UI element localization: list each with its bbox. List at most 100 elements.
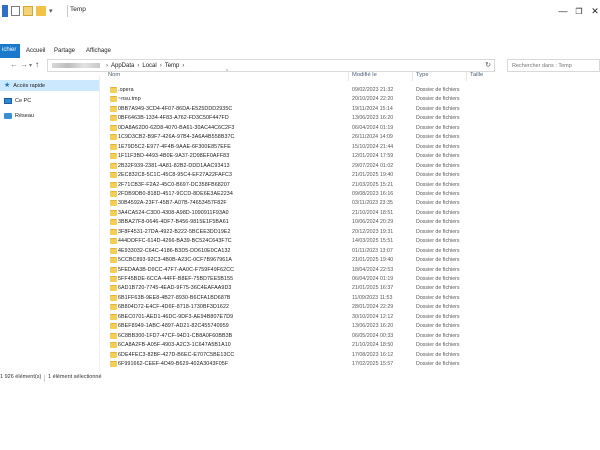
nav-item-this-pc[interactable]: Ce PC (0, 95, 99, 106)
tab-view[interactable]: Affichage (82, 46, 115, 56)
nav-item-quick-access[interactable]: ★ Accès rapide (0, 80, 99, 91)
file-row[interactable]: 3A4CA524-C3D0-4308-A98D-1090911F93A0 21/1… (101, 209, 600, 217)
file-name: 2B32F939-2381-4A81-82B2-DDD1AAC93413 (118, 162, 230, 169)
file-name: 1F11F3BD-4493-4B0E-9A37-2D98EF0AFF83 (118, 153, 230, 160)
breadcrumb-chevron-icon[interactable]: › (182, 63, 184, 69)
file-row[interactable]: 6DE4FEC3-82BF-427D-B6EC-E707C5BE13CC 17/0… (101, 351, 600, 359)
file-row[interactable]: 6B1FF63B-9EE8-4B27-8930-B6CFA1BD687B 11/0… (101, 294, 600, 302)
file-name: ~nsu.tmp (118, 96, 141, 103)
file-row[interactable]: 2B32F939-2381-4A81-82B2-DDD1AAC93413 29/0… (101, 162, 600, 170)
file-name: 30B4592A-23F7-45B7-A07B-74653457F82F (118, 200, 227, 207)
column-header-name[interactable]: Nom (108, 72, 120, 82)
file-date: 10/06/2024 20:29 (352, 219, 394, 226)
refresh-icon[interactable]: ↻ (485, 61, 491, 69)
column-header-date[interactable]: Modifié le (352, 72, 377, 82)
tab-share[interactable]: Partage (50, 46, 79, 56)
file-row[interactable]: 6BEC0701-AED1-46DC-9DF3-AE94B807E7D9 30/1… (101, 313, 600, 321)
column-divider[interactable] (412, 72, 413, 81)
file-row[interactable]: 30B4592A-23F7-45B7-A07B-74653457F82F 03/1… (101, 199, 600, 207)
file-row[interactable]: 6AD1B720-7745-4EAD-9F75-36C4EAFAA9D3 21/0… (101, 284, 600, 292)
back-arrow-icon[interactable]: ← (10, 60, 18, 69)
folder-icon (110, 115, 117, 122)
file-row[interactable]: 1C9D3CB2-B9F7-426A-97B4-3A6A4B558B37C 26/… (101, 133, 600, 141)
file-row[interactable]: 1F11F3BD-4493-4B0E-9A37-2D98EF0AFF83 12/0… (101, 152, 600, 160)
file-row[interactable]: 2FDB9DB0-818D-4517-9CCD-8DE6E3AE2234 09/0… (101, 190, 600, 198)
file-row[interactable]: ~nsu.tmp 20/10/2024 22:20 Dossier de fichi… (101, 95, 600, 103)
up-arrow-icon[interactable]: ↑ (35, 60, 39, 69)
customize-toolbar-chevron-icon[interactable]: ▾ (49, 7, 53, 15)
file-row[interactable]: 6B804D72-E4CF-4D6F-8718-1730BF3D1622 28/0… (101, 303, 600, 311)
file-row[interactable]: 6F991662-CEEF-4D49-B629-402A3043F05F 17/0… (101, 360, 600, 368)
folder-icon (110, 323, 117, 330)
breadcrumb-chevron-icon[interactable]: › (106, 63, 108, 69)
breadcrumb-chevron-icon[interactable]: › (160, 63, 162, 69)
file-row[interactable]: 6CA8A2FB-A05F-4903-A2C3-1C647A5B1A10 21/1… (101, 341, 600, 349)
file-type: Dossier de fichiers (416, 313, 460, 320)
properties-icon[interactable] (11, 6, 20, 16)
folder-icon (110, 228, 117, 235)
breadcrumb-local[interactable]: Local (142, 63, 156, 69)
search-box[interactable] (507, 59, 600, 72)
file-row[interactable]: 6C8BB300-1FD7-47CF-94D1-CB8A0F60BB3B 06/0… (101, 332, 600, 340)
column-divider[interactable] (348, 72, 349, 81)
tab-file[interactable]: ichier (0, 44, 21, 58)
file-type: Dossier de fichiers (416, 276, 460, 282)
file-row[interactable]: 3F8F4531-27DA-4922-B222-5BCEE3DD19E2 20/1… (101, 228, 600, 236)
file-date: 14/03/2025 15:51 (352, 238, 394, 245)
file-name: .opera (118, 87, 134, 93)
column-header-type[interactable]: Type (416, 72, 429, 82)
folder-icon (110, 172, 117, 179)
nav-item-network[interactable]: Réseau (0, 110, 99, 121)
search-input[interactable] (512, 63, 595, 69)
tab-home[interactable]: Accueil (22, 46, 49, 56)
file-type: Dossier de fichiers (416, 87, 460, 93)
breadcrumb-chevron-icon[interactable]: › (137, 63, 139, 69)
network-icon (4, 112, 12, 119)
file-date: 06/05/2024 00:33 (352, 332, 394, 339)
file-row[interactable]: 0BB7A949-3CD4-4F07-86DA-E525DDD2935C 19/1… (101, 105, 600, 113)
file-name: 6CA8A2FB-A05F-4903-A2C3-1C647A5B1A10 (118, 342, 231, 349)
recent-locations-chevron-icon[interactable]: ▾ (29, 62, 32, 69)
file-row[interactable]: 2EC832C8-5C1C-45C8-95C4-EF27A22FAFC3 21/0… (101, 171, 600, 179)
file-name: 3F8F4531-27DA-4922-B222-5BCEE3DD19E2 (118, 228, 231, 235)
folder-icon (110, 361, 117, 368)
file-row[interactable]: 5FEDAA3B-D9CC-47F7-AA0C-F759F49F62CC 18/0… (101, 266, 600, 274)
file-row[interactable]: 4E933032-C64C-4186-B3D5-DD610E0CA132 01/1… (101, 247, 600, 255)
title-bar: ▾ Temp — ❐ ✕ (0, 0, 600, 22)
folder-icon (110, 153, 117, 160)
file-name: 4E933032-C64C-4186-B3D5-DD610E0CA132 (118, 247, 231, 254)
file-date: 06/04/2024 01:19 (352, 276, 394, 282)
file-date: 19/11/2024 15:14 (352, 105, 393, 112)
forward-arrow-icon[interactable]: → (20, 60, 28, 69)
file-type: Dossier de fichiers (416, 304, 460, 311)
file-row[interactable]: 6BEF8949-1ABC-4897-AD21-82C455740959 13/0… (101, 322, 600, 330)
file-type: Dossier de fichiers (416, 115, 460, 122)
file-row[interactable]: 0BF6463B-1334-4F83-A762-FD3C50F447FD 13/0… (101, 114, 600, 122)
file-date: 21/01/2025 16:37 (352, 285, 394, 292)
column-divider[interactable] (466, 72, 467, 81)
address-bar[interactable]: › AppData › Local › Temp › ↻ (47, 59, 495, 72)
column-header-size[interactable]: Taille (470, 72, 483, 82)
file-name: 6DE4FEC3-82BF-427D-B6EC-E707C5BE13CC (118, 351, 235, 358)
new-folder-icon[interactable] (23, 6, 33, 16)
file-row[interactable]: 2F71CB3F-F2A2-45C0-B697-DC358FB68207 21/0… (101, 181, 600, 189)
close-button[interactable]: ✕ (584, 3, 600, 19)
file-date: 11/09/2023 11:53 (352, 294, 393, 301)
file-date: 21/01/2025 19:40 (352, 257, 394, 264)
file-row[interactable]: .opera 09/02/2023 21:32 Dossier de fichier… (101, 86, 600, 94)
file-row[interactable]: 5CCBC893-92C3-4B0B-A23C-0CF7B967961A 21/0… (101, 256, 600, 264)
title-separator (67, 5, 68, 17)
file-name: 6F991662-CEEF-4D49-B629-402A3043F05F (118, 361, 229, 368)
breadcrumb-temp[interactable]: Temp (165, 63, 180, 69)
file-date: 13/06/2023 16:20 (352, 115, 394, 122)
file-row[interactable]: 5FF45BDE-6CCA-44FF-B8EF-75BD7EE5B155 06/0… (101, 275, 600, 283)
breadcrumb-appdata[interactable]: AppData (111, 63, 134, 69)
file-date: 21/03/2025 15:21 (352, 181, 394, 188)
file-row[interactable]: 0DA8A62D0-62D8-4070-BA61-30AC44C6C2F3 06/… (101, 124, 600, 132)
file-row[interactable]: 3BBA27F8-0646-4DF7-B456-9815E1F5BA61 10/0… (101, 218, 600, 226)
file-type: Dossier de fichiers (416, 266, 460, 273)
folder-icon (110, 276, 117, 282)
file-name: 5FF45BDE-6CCA-44FF-B8EF-75BD7EE5B155 (118, 276, 234, 282)
file-row[interactable]: 1E79D5C2-E977-4F4B-9AAE-6F300E857EFE 15/1… (101, 143, 600, 151)
file-row[interactable]: 444DDFFC-614D-4266-BA39-BC524C643F7C 14/0… (101, 237, 600, 245)
